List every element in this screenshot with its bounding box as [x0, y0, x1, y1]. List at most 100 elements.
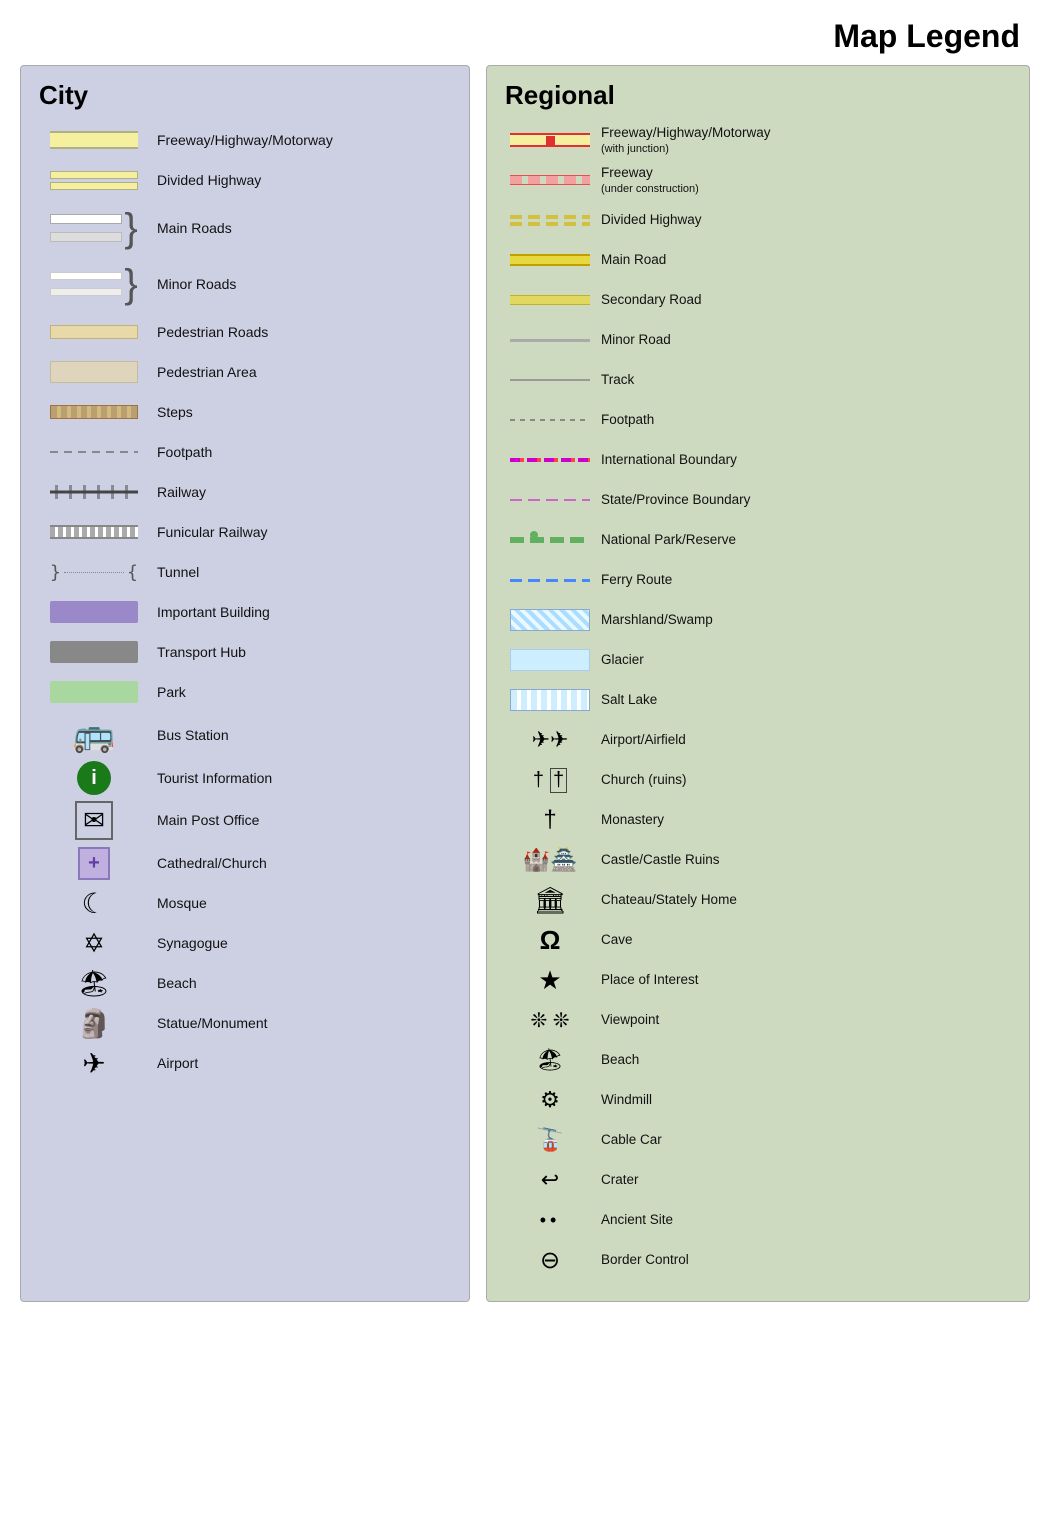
label-reg-intl-boundary: International Boundary [595, 451, 737, 469]
city-panel: City Freeway/Highway/Motorway Divided Hi… [20, 65, 470, 1302]
list-item: Track [505, 363, 1011, 397]
label-pedestrian-road: Pedestrian Roads [149, 323, 268, 341]
label-important-building: Important Building [149, 603, 270, 621]
symbol-reg-freeway-construct [505, 175, 595, 185]
symbol-reg-border-control: ⊖ [505, 1246, 595, 1275]
regional-panel: Regional Freeway/Highway/Motorway (with … [486, 65, 1030, 1302]
list-item: ⚙ Windmill [505, 1083, 1011, 1117]
label-synagogue: Synagogue [149, 934, 228, 952]
list-item: ↩ Crater [505, 1163, 1011, 1197]
label-reg-border-control: Border Control [595, 1251, 689, 1269]
label-footpath: Footpath [149, 443, 212, 461]
label-reg-ancient-site: Ancient Site [595, 1211, 673, 1229]
symbol-reg-cable-car: 🚡 [505, 1127, 595, 1153]
list-item: } } Tunnel [39, 555, 451, 589]
list-item: } Minor Roads [39, 259, 451, 309]
symbol-reg-footpath [505, 419, 595, 421]
label-tourist-info: Tourist Information [149, 769, 272, 787]
label-minor-roads: Minor Roads [149, 275, 236, 293]
symbol-mosque: ☾ [39, 887, 149, 920]
list-item: ✈ Airport [39, 1046, 451, 1080]
label-reg-divided: Divided Highway [595, 211, 702, 229]
list-item: ⊖ Border Control [505, 1243, 1011, 1277]
symbol-reg-state-boundary [505, 499, 595, 501]
label-park: Park [149, 683, 186, 701]
symbol-important-building [39, 601, 149, 623]
label-reg-windmill: Windmill [595, 1091, 652, 1109]
list-item: Transport Hub [39, 635, 451, 669]
symbol-synagogue: ✡ [39, 928, 149, 959]
list-item: ✈✈ Airport/Airfield [505, 723, 1011, 757]
label-reg-viewpoint: Viewpoint [595, 1011, 659, 1029]
symbol-park [39, 681, 149, 703]
label-reg-monastery: Monastery [595, 811, 664, 829]
list-item: Footpath [505, 403, 1011, 437]
regional-section-title: Regional [505, 80, 1011, 111]
page-title: Map Legend [0, 0, 1050, 65]
symbol-reg-viewpoint: ❊ ❊ [505, 1008, 595, 1033]
city-section-title: City [39, 80, 451, 111]
symbol-pedestrian-area [39, 361, 149, 383]
symbol-reg-glacier [505, 649, 595, 671]
label-reg-ferry: Ferry Route [595, 571, 672, 589]
symbol-freeway-city [39, 131, 149, 149]
label-bus-station: Bus Station [149, 726, 229, 744]
symbol-reg-freeway [505, 133, 595, 147]
list-item: Steps [39, 395, 451, 429]
symbol-transport-hub [39, 641, 149, 663]
symbol-reg-ferry [505, 579, 595, 582]
label-reg-church: Church (ruins) [595, 771, 687, 789]
label-funicular: Funicular Railway [149, 523, 267, 541]
symbol-airport-city: ✈ [39, 1047, 149, 1080]
label-reg-state-boundary: State/Province Boundary [595, 491, 750, 509]
label-reg-main-road: Main Road [595, 251, 666, 269]
symbol-reg-poi: ★ [505, 965, 595, 996]
symbol-reg-salt-lake [505, 689, 595, 711]
symbol-main-post: ✉ [39, 801, 149, 840]
list-item: Important Building [39, 595, 451, 629]
label-statue: Statue/Monument [149, 1014, 268, 1032]
list-item: ★ Place of Interest [505, 963, 1011, 997]
symbol-cathedral: + [39, 847, 149, 880]
symbol-reg-crater: ↩ [505, 1167, 595, 1193]
list-item: Ω Cave [505, 923, 1011, 957]
list-item: State/Province Boundary [505, 483, 1011, 517]
list-item: Freeway/Highway/Motorway [39, 123, 451, 157]
list-item: Main Road [505, 243, 1011, 277]
symbol-reg-airport: ✈✈ [505, 727, 595, 753]
list-item: Pedestrian Area [39, 355, 451, 389]
list-item: ✡ Synagogue [39, 926, 451, 960]
symbol-reg-church: † † [505, 768, 595, 793]
label-railway: Railway [149, 483, 206, 501]
symbol-bus-station: 🚌 [39, 715, 149, 755]
label-reg-crater: Crater [595, 1171, 639, 1189]
list-item: i Tourist Information [39, 761, 451, 795]
list-item: 🗿 Statue/Monument [39, 1006, 451, 1040]
label-reg-castle: Castle/Castle Ruins [595, 851, 720, 869]
symbol-tourist-info: i [39, 761, 149, 795]
symbol-railway [39, 485, 149, 499]
label-steps: Steps [149, 403, 193, 421]
label-reg-track: Track [595, 371, 634, 389]
label-freeway-city: Freeway/Highway/Motorway [149, 131, 333, 149]
list-item: ☾ Mosque [39, 886, 451, 920]
list-item: Funicular Railway [39, 515, 451, 549]
label-reg-beach: Beach [595, 1051, 639, 1069]
freeway-city-bar [50, 131, 138, 149]
label-main-post: Main Post Office [149, 811, 259, 829]
label-airport-city: Airport [149, 1054, 198, 1072]
label-pedestrian-area: Pedestrian Area [149, 363, 257, 381]
symbol-tunnel: } } [39, 562, 149, 582]
list-item: Divided Highway [505, 203, 1011, 237]
label-reg-footpath: Footpath [595, 411, 654, 429]
list-item: Glacier [505, 643, 1011, 677]
symbol-reg-castle: 🏰🏯 [505, 847, 595, 873]
label-beach-city: Beach [149, 974, 197, 992]
symbol-reg-secondary-road [505, 295, 595, 305]
list-item: Secondary Road [505, 283, 1011, 317]
list-item: 🏰🏯 Castle/Castle Ruins [505, 843, 1011, 877]
list-item: Pedestrian Roads [39, 315, 451, 349]
label-cathedral: Cathedral/Church [149, 854, 267, 872]
symbol-pedestrian-road [39, 325, 149, 339]
symbol-statue: 🗿 [39, 1007, 149, 1040]
